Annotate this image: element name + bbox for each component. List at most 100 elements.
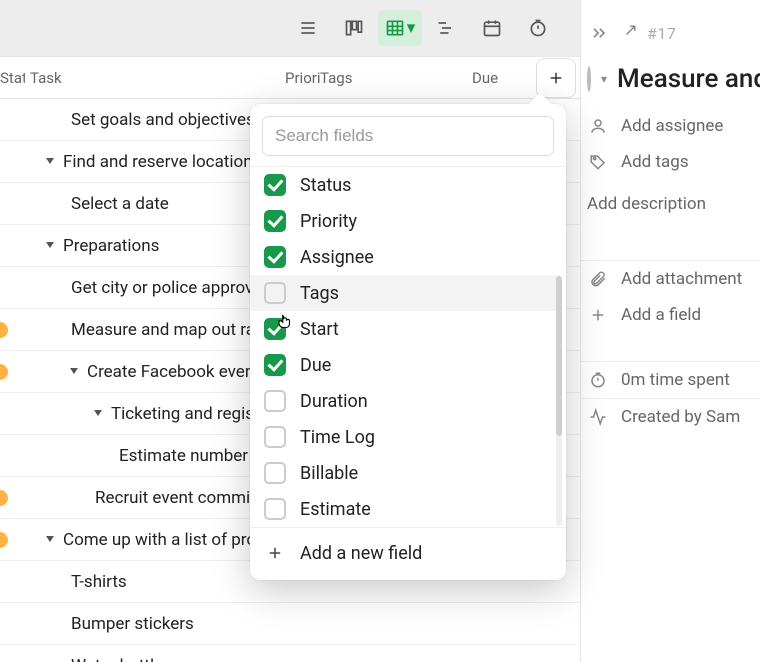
column-header-priority[interactable]: Priority: [285, 69, 320, 87]
scrollbar[interactable]: [556, 276, 562, 526]
task-name[interactable]: Create Facebook event and begin marketin…: [25, 362, 260, 382]
task-name[interactable]: Select a date: [25, 194, 260, 214]
task-row[interactable]: Water bottles: [0, 645, 580, 662]
task-name-label: Get city or police approval: [71, 278, 260, 298]
fields-popover: StatusPriority Assignee Tags Start Due Durati…: [250, 104, 566, 580]
disclosure-triangle-icon[interactable]: [70, 368, 78, 374]
status-dot-icon: [0, 364, 8, 380]
add-a-field-label: Add a field: [621, 305, 701, 325]
task-name-label: Bumper stickers: [71, 614, 194, 634]
checkbox[interactable]: [264, 426, 286, 448]
task-row[interactable]: Bumper stickers: [0, 603, 580, 645]
checkbox[interactable]: [264, 390, 286, 412]
view-spreadsheet-button[interactable]: ▾: [378, 10, 422, 46]
add-tags-row[interactable]: Add tags: [581, 144, 760, 180]
field-option-label: Duration: [300, 391, 368, 412]
field-option-estimate[interactable]: Estimate: [250, 491, 560, 527]
field-option-label: Assignee: [300, 247, 374, 268]
task-name-label: T-shirts: [71, 572, 127, 592]
field-option-time-log[interactable]: Time Log: [250, 419, 560, 455]
task-name[interactable]: Estimate number of attendees: [25, 446, 260, 466]
checkbox[interactable]: [264, 354, 286, 376]
task-name-label: Estimate number of attendees: [119, 446, 260, 466]
field-option-start[interactable]: Start: [250, 311, 560, 347]
task-name[interactable]: T-shirts: [25, 572, 260, 592]
field-option-priority[interactable]: Priority: [250, 203, 560, 239]
column-header-status[interactable]: Stat: [0, 69, 25, 87]
timeline-icon: [436, 18, 456, 38]
task-name[interactable]: Ticketing and registration: [25, 404, 260, 424]
field-option-duration[interactable]: Duration: [250, 383, 560, 419]
add-attachment-row[interactable]: Add attachment: [581, 261, 760, 297]
task-name[interactable]: Bumper stickers: [25, 614, 260, 634]
field-option-label: Billable: [300, 463, 358, 484]
task-name-label: Select a date: [71, 194, 169, 214]
checkbox[interactable]: [264, 174, 286, 196]
task-name-label: Set goals and objectives: [71, 110, 255, 130]
search-fields-input[interactable]: [262, 116, 554, 156]
tag-icon: [587, 153, 609, 171]
task-name[interactable]: Recruit event committee/volunteers: [25, 488, 260, 508]
add-new-field-row[interactable]: Add a new field: [250, 527, 566, 580]
checkbox[interactable]: [264, 282, 286, 304]
checkbox[interactable]: [264, 462, 286, 484]
task-name-label: Recruit event committee/volunteers: [95, 488, 260, 508]
add-a-field-row[interactable]: Add a field: [581, 297, 760, 333]
task-name[interactable]: Measure and map out race course: [25, 320, 260, 340]
add-tags-label: Add tags: [621, 152, 689, 172]
task-name[interactable]: Set goals and objectives: [25, 110, 260, 130]
column-header-tags[interactable]: Tags: [320, 69, 472, 87]
task-name[interactable]: Preparations: [25, 236, 260, 256]
task-title-row: ▾ Measure and map out race course: [581, 56, 760, 108]
checkbox[interactable]: [264, 318, 286, 340]
task-name-label: Come up with a list of promotional items: [63, 530, 260, 550]
task-name-label: Find and reserve location: [63, 152, 253, 172]
view-timeline-button[interactable]: [424, 10, 468, 46]
time-spent-row[interactable]: 0m time spent: [581, 362, 760, 398]
checkbox[interactable]: [264, 210, 286, 232]
chevron-down-icon: ▾: [407, 18, 416, 38]
chevron-down-icon[interactable]: ▾: [601, 72, 607, 86]
disclosure-triangle-icon[interactable]: [46, 536, 54, 542]
field-option-label: Estimate: [300, 499, 371, 520]
add-assignee-row[interactable]: Add assignee: [581, 108, 760, 144]
add-column-button[interactable]: [536, 58, 576, 98]
disclosure-triangle-icon[interactable]: [46, 242, 54, 248]
expand-icon[interactable]: [589, 23, 609, 43]
plus-icon: [547, 69, 565, 87]
column-header-task[interactable]: Task: [25, 69, 285, 87]
disclosure-triangle-icon[interactable]: [46, 158, 54, 164]
field-option-status[interactable]: Status: [250, 167, 560, 203]
field-option-label: Tags: [300, 283, 339, 304]
fields-list[interactable]: StatusPriority Assignee Tags Start Due Durati…: [250, 166, 566, 527]
status-dot-icon: [0, 490, 8, 506]
add-description-row[interactable]: Add description: [581, 180, 760, 260]
task-name[interactable]: Find and reserve location: [25, 152, 260, 172]
field-option-billable[interactable]: Billable: [250, 455, 560, 491]
view-calendar-button[interactable]: [470, 10, 514, 46]
task-name[interactable]: Water bottles: [25, 656, 260, 662]
checkbox[interactable]: [264, 498, 286, 520]
open-external-icon[interactable]: [619, 24, 637, 42]
task-title[interactable]: Measure and map out race course: [617, 64, 760, 94]
field-option-label: Time Log: [300, 427, 375, 448]
scrollbar-thumb[interactable]: [556, 276, 562, 436]
task-name[interactable]: Get city or police approval: [25, 278, 260, 298]
panel-header: #17: [581, 10, 760, 56]
person-icon: [587, 117, 609, 135]
column-header-due[interactable]: Due: [472, 69, 536, 87]
disclosure-triangle-icon[interactable]: [94, 410, 102, 416]
field-option-assignee[interactable]: Assignee: [250, 239, 560, 275]
view-list-button[interactable]: [286, 10, 330, 46]
field-option-label: Start: [300, 319, 339, 340]
view-toolbar: ▾: [0, 0, 580, 56]
field-option-tags[interactable]: Tags: [250, 275, 560, 311]
status-circle-icon[interactable]: [587, 66, 591, 92]
task-name[interactable]: Come up with a list of promotional items: [25, 530, 260, 550]
view-board-button[interactable]: [332, 10, 376, 46]
checkbox[interactable]: [264, 246, 286, 268]
paperclip-icon: [587, 270, 609, 288]
view-timer-button[interactable]: [516, 10, 560, 46]
task-id-label: #17: [647, 24, 676, 43]
field-option-due[interactable]: Due: [250, 347, 560, 383]
